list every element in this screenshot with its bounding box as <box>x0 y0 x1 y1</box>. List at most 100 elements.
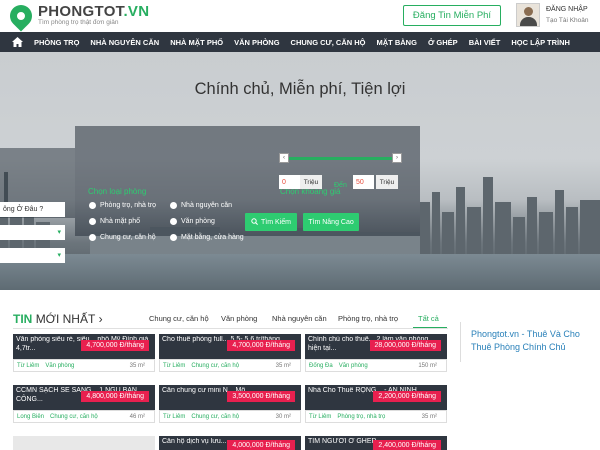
listing-area: 46 m² <box>129 413 145 420</box>
price-slider-min-handle[interactable]: ‹ <box>279 153 289 163</box>
listing-card[interactable]: CCMN SẠCH SẼ SANG... 1.NGỦ BAN CÔNG... 4… <box>13 385 155 423</box>
site-header: PHONGTOT.VN Tìm phòng trọ thật đơn giản … <box>0 0 600 32</box>
type-radio-mat-bang[interactable]: Mặt bằng, cửa hàng <box>170 234 244 241</box>
listing-meta: Từ Liêm Chung cư, căn hộ 35 m² <box>159 359 301 372</box>
listing-card[interactable] <box>13 436 155 450</box>
listing-area: 35 m² <box>129 362 145 369</box>
tab-van-phong[interactable]: Văn phòng <box>221 314 257 323</box>
price-to-label: Đến <box>334 182 347 189</box>
listing-card[interactable]: TÌM NGƯỜI Ở GHÉP... 2,400,000 Đ/tháng <box>305 436 447 450</box>
latest-news-header: TIN MỚI NHẤT › Chung cư, căn hộ Văn phòn… <box>0 308 450 329</box>
nav-item-nha-nguyen-can[interactable]: NHÀ NGUYÊN CĂN <box>90 38 159 47</box>
type-radio-label: Phòng trọ, nhà trọ <box>100 202 157 209</box>
type-radio-label: Nhà mặt phố <box>100 218 141 225</box>
radio-dot-icon <box>89 202 96 209</box>
logo-domain: .VN <box>123 3 150 20</box>
login-link[interactable]: ĐĂNG NHẬP <box>546 4 589 15</box>
radio-dot-icon <box>89 234 96 241</box>
post-free-listing-button[interactable]: Đăng Tin Miễn Phí <box>403 5 501 26</box>
listing-location: Long Biên <box>17 413 45 420</box>
news-title-highlight: TIN <box>13 312 33 326</box>
site-logo[interactable]: PHONGTOT.VN Tìm phòng trọ thật đơn giản <box>5 0 150 32</box>
listing-meta: Từ Liêm Phòng trọ, nhà trọ 35 m² <box>305 410 447 423</box>
search-icon <box>251 217 258 227</box>
latest-news-title[interactable]: TIN MỚI NHẤT › <box>13 312 103 326</box>
radio-dot-icon <box>170 234 177 241</box>
listing-price-badge: 28,000,000 Đ/tháng <box>369 340 441 351</box>
nav-item-nha-mat-pho[interactable]: NHÀ MẶT PHỐ <box>170 38 223 47</box>
logo-name: PHONGTOT <box>38 3 124 20</box>
room-type-label: Chọn loại phòng <box>88 187 147 196</box>
tab-chung-cu[interactable]: Chung cư, căn hộ <box>149 314 209 323</box>
listing-meta: Long Biên Chung cư, căn hộ 46 m² <box>13 410 155 423</box>
listing-category: Văn phòng <box>338 362 368 369</box>
type-radio-nha-mat-pho[interactable]: Nhà mặt phố <box>89 218 140 225</box>
sidebar-promo-text[interactable]: Phongtot.vn - Thuê Và Cho Thuê Phòng Chí… <box>471 328 599 354</box>
district-select[interactable]: ▾ <box>0 225 65 240</box>
radio-dot-icon <box>170 218 177 225</box>
listing-location: Đống Đa <box>309 362 333 369</box>
price-max-unit: Triệu <box>376 175 398 189</box>
search-button[interactable]: Tìm Kiếm <box>245 213 297 231</box>
listing-meta: Đống Đa Văn phòng 150 m² <box>305 359 447 372</box>
search-button-label: Tìm Kiếm <box>261 218 291 226</box>
listing-price-badge: 2,400,000 Đ/tháng <box>373 440 441 450</box>
listing-area: 30 m² <box>275 413 291 420</box>
nav-item-van-phong[interactable]: VĂN PHÒNG <box>234 38 279 47</box>
type-radio-label: Nhà nguyên căn <box>181 202 232 209</box>
listing-card[interactable]: Cho thuê phòng full... 5,5- 5,6 tr/tháng… <box>159 334 301 372</box>
nav-item-bai-viet[interactable]: BÀI VIẾT <box>469 38 501 47</box>
listing-category: Văn phòng <box>45 362 75 369</box>
listing-area: 150 m² <box>418 362 437 369</box>
tab-phong-tro[interactable]: Phòng trọ, nhà trọ <box>338 314 398 323</box>
tab-nha-nguyen-can[interactable]: Nhà nguyên căn <box>272 314 327 323</box>
price-min-input[interactable]: 0 <box>279 175 300 189</box>
listing-area: 35 m² <box>421 413 437 420</box>
location-pin-icon <box>5 0 37 32</box>
avatar-body-shape <box>520 17 537 26</box>
news-title-rest: MỚI NHẤT <box>35 312 96 326</box>
listing-price-badge: 4,000,000 Đ/tháng <box>227 440 295 450</box>
nav-item-chung-cu[interactable]: CHUNG CƯ, CĂN HỘ <box>291 38 366 47</box>
nav-item-hoc-lap-trinh[interactable]: HỌC LẬP TRÌNH <box>511 38 570 47</box>
advanced-search-button[interactable]: Tìm Nâng Cao <box>303 213 359 231</box>
type-radio-nha-nguyen-can[interactable]: Nhà nguyên căn <box>170 202 232 209</box>
listing-price-badge: 4,700,000 Đ/tháng <box>227 340 295 351</box>
listing-card[interactable]: Văn phòng siêu rẻ, siêu... phố Mỹ Đình g… <box>13 334 155 372</box>
listing-card[interactable]: Căn chung cư mini N... Mỗ 3,500,000 Đ/th… <box>159 385 301 423</box>
signup-link[interactable]: Tạo Tài Khoản <box>546 15 589 26</box>
chevron-down-icon: ▾ <box>57 229 61 236</box>
listing-card[interactable]: Nhà Cho Thuê RỘNG... - AN NINH 2,200,000… <box>305 385 447 423</box>
listing-price-badge: 4,800,000 Đ/tháng <box>81 391 149 402</box>
type-radio-phong-tro[interactable]: Phòng trọ, nhà trọ <box>89 202 156 209</box>
chevron-right-icon: › <box>98 312 103 326</box>
home-icon[interactable] <box>10 37 24 47</box>
price-slider-track[interactable] <box>281 157 401 160</box>
tab-tat-ca[interactable]: Tất cả <box>418 314 439 323</box>
main-nav: PHÒNG TRỌ NHÀ NGUYÊN CĂN NHÀ MẶT PHỐ VĂN… <box>0 32 600 52</box>
type-radio-chung-cu[interactable]: Chung cư, căn hộ <box>89 234 156 241</box>
user-avatar[interactable] <box>516 3 540 27</box>
nav-item-phong-tro[interactable]: PHÒNG TRỌ <box>34 38 79 47</box>
chevron-down-icon: ▾ <box>57 252 61 259</box>
radio-dot-icon <box>170 202 177 209</box>
river-water <box>0 254 600 290</box>
listing-card[interactable]: Chính chủ cho thuê... 2 làm văn phòng, h… <box>305 334 447 372</box>
listing-location: Từ Liêm <box>17 362 40 369</box>
listing-area: 35 m² <box>275 362 291 369</box>
nav-item-o-ghep[interactable]: Ở GHÉP <box>428 38 458 47</box>
price-slider-max-handle[interactable]: › <box>392 153 402 163</box>
listing-card[interactable]: Căn hộ dịch vụ lưu... 4,000,000 Đ/tháng <box>159 436 301 450</box>
hero-title: Chính chủ, Miễn phí, Tiện lợi <box>194 80 406 98</box>
listing-location: Từ Liêm <box>309 413 332 420</box>
location-input[interactable]: ông Ở Đâu ? <box>0 202 65 217</box>
radio-dot-icon <box>89 218 96 225</box>
price-min-unit: Triệu <box>300 175 322 189</box>
ward-select[interactable]: ▾ <box>0 248 65 263</box>
price-max-input[interactable]: 50 <box>353 175 374 189</box>
location-placeholder: ông Ở Đâu ? <box>3 206 44 213</box>
listing-category: Chung cư, căn hộ <box>191 362 240 369</box>
listing-location: Từ Liêm <box>163 413 186 420</box>
type-radio-van-phong[interactable]: Văn phòng <box>170 218 215 225</box>
nav-item-mat-bang[interactable]: MẶT BẰNG <box>377 38 417 47</box>
